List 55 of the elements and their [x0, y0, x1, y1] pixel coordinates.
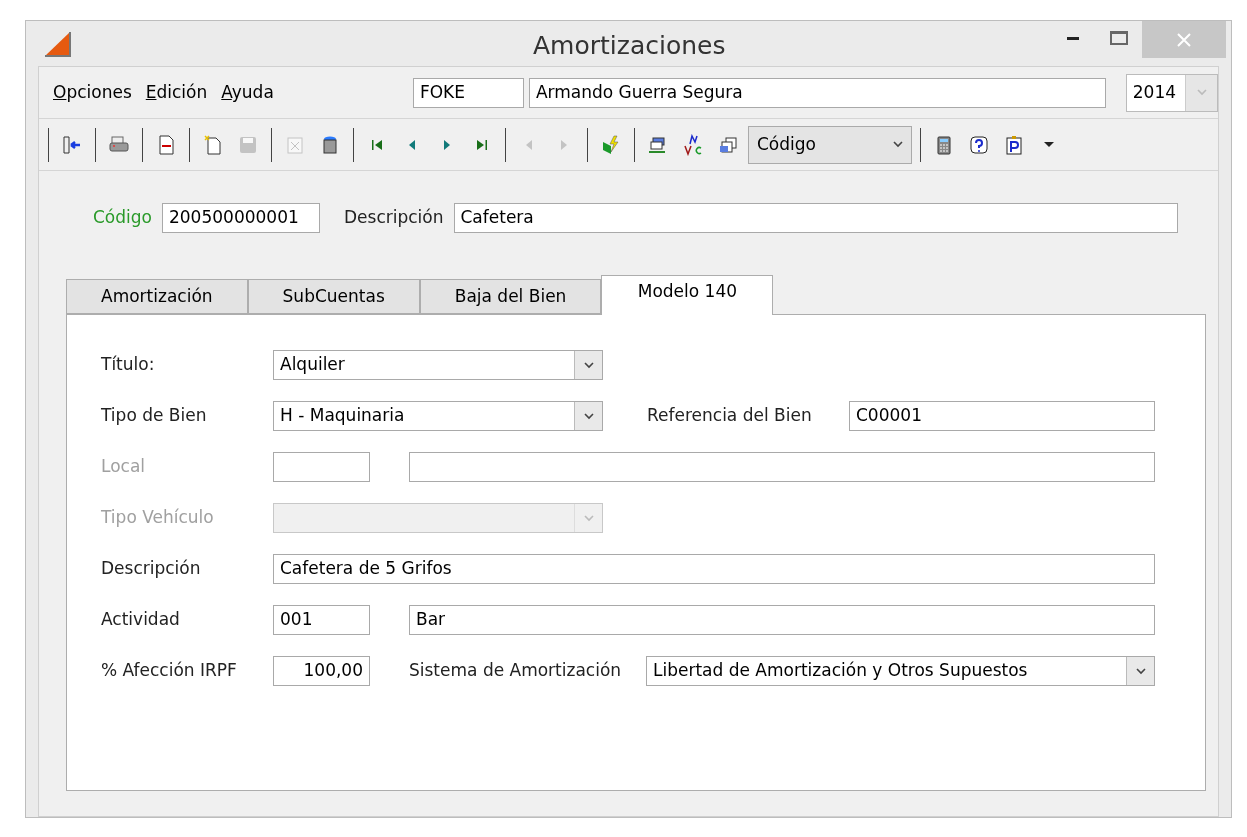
first-icon — [371, 138, 383, 151]
last-icon — [476, 138, 488, 151]
code-label: Código — [93, 206, 152, 230]
previous-icon — [408, 138, 416, 151]
sort-dropdown[interactable]: Código — [748, 125, 912, 164]
chevron-down-icon — [1135, 667, 1146, 675]
field-label: Tipo Vehículo — [101, 506, 215, 530]
help-icon — [968, 133, 990, 156]
close-icon — [1177, 32, 1191, 47]
clipboard-p-icon — [1003, 133, 1025, 156]
text-field[interactable]: 100,00 — [273, 656, 370, 686]
menu-item[interactable]: Edición — [145, 79, 208, 106]
text-field[interactable]: Armando Guerra Segura — [528, 77, 1106, 108]
field-label: Sistema de Amortización — [409, 659, 623, 683]
text-field[interactable]: Bar — [409, 605, 1155, 635]
chevron-down-icon — [893, 141, 903, 148]
field-label: Título: — [101, 353, 156, 377]
field-label: Tipo de Bien — [101, 404, 208, 428]
tab[interactable]: Modelo 140 — [601, 275, 774, 315]
year-dropdown[interactable]: 2014 — [1125, 73, 1218, 112]
field-label: Local — [101, 455, 147, 479]
field-label: Descripción — [101, 557, 202, 581]
dropdown[interactable]: Alquiler — [273, 350, 603, 380]
field-label: % Afección IRPF — [101, 659, 238, 683]
field-label: Actividad — [101, 608, 181, 632]
menu-item[interactable]: Ayuda — [221, 79, 274, 106]
next-icon — [560, 138, 568, 151]
chevron-down-icon — [583, 412, 594, 420]
previous-icon — [525, 138, 533, 151]
dropdown[interactable]: Libertad de Amortización y Otros Supuestos — [646, 656, 1155, 686]
new-document-icon — [202, 133, 224, 156]
text-field[interactable]: 200500000001 — [162, 203, 320, 233]
text-field[interactable] — [409, 452, 1155, 482]
window-title: Amortizaciones — [533, 30, 726, 62]
field-label: Referencia del Bien — [647, 404, 813, 428]
text-field[interactable] — [273, 452, 370, 482]
exit-icon — [61, 133, 83, 156]
text-field[interactable]: 001 — [273, 605, 370, 635]
text-field[interactable]: Cafetera de 5 Grifos — [273, 554, 1155, 584]
menu-item[interactable]: Opciones — [53, 79, 132, 106]
chevron-down-icon — [1196, 89, 1207, 96]
nc-icon — [682, 133, 704, 156]
tab[interactable]: Amortización — [66, 279, 248, 314]
text-field[interactable]: C00001 — [849, 401, 1155, 431]
text-field[interactable]: Cafetera — [453, 203, 1178, 233]
next-icon — [443, 138, 451, 151]
tab[interactable]: Baja del Bien — [419, 279, 602, 314]
field-label: Descripción — [344, 206, 444, 230]
text-field[interactable]: FOKE — [412, 77, 524, 108]
dropdown-arrow-icon — [1043, 141, 1055, 148]
chevron-down-icon — [583, 514, 594, 522]
book-lightning-icon — [600, 133, 622, 156]
tab[interactable]: SubCuentas — [247, 279, 420, 314]
chevron-down-icon — [583, 361, 594, 369]
dropdown[interactable]: H - Maquinaria — [273, 401, 603, 431]
